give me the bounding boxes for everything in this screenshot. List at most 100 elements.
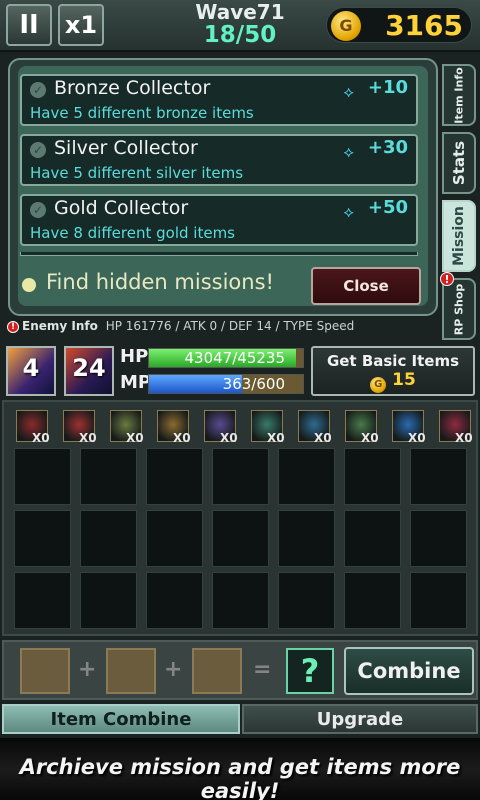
tab-rp-shop[interactable]: RP Shop [442,278,476,340]
inventory-cell[interactable] [146,572,203,629]
item-count: X0 [79,431,97,445]
combine-result-slot: ? [286,648,334,694]
hp-label: HP [120,346,149,367]
alert-icon: ! [7,321,19,333]
combine-button[interactable]: Combine [344,647,474,695]
item-count: X0 [220,431,238,445]
promo-banner: Archieve mission and get items more easi… [0,738,480,800]
tab-upgrade[interactable]: Upgrade [242,704,478,734]
mission-desc: Have 5 different silver items [30,164,244,182]
plus-icon: + [164,657,183,682]
item-count: X0 [455,431,473,445]
combine-area: + + = ? Combine [2,640,478,700]
mp-value: 363/600 [222,375,285,393]
hidden-missions-text: Find hidden missions! [46,270,274,294]
get-basic-items-label: Get Basic Items [326,352,460,370]
mission-desc: Have 8 different gold items [30,224,235,242]
mission-reward: +50 [367,197,408,218]
crystal-icon: ⟡ [343,142,354,161]
mission-reward: +30 [367,137,408,158]
inventory-cell[interactable] [80,572,137,629]
mission-item-gold[interactable]: ✓ Gold Collector Have 8 different gold i… [20,194,418,246]
inventory-cell[interactable] [410,510,467,567]
inventory-cell[interactable] [14,510,71,567]
mission-title: Bronze Collector [54,77,211,99]
inventory-cell[interactable] [146,448,203,505]
item-count: X0 [126,431,144,445]
equals-icon: = [253,657,272,682]
inventory-panel: X0 X0 X0 X0 X0 X0 X0 X0 X0 X0 [2,400,478,636]
hp-bar: 43047/45235 [148,348,304,368]
combine-slot-2[interactable] [106,648,156,694]
inventory-cell[interactable] [344,448,401,505]
mission-title: Silver Collector [54,137,198,159]
inventory-cell[interactable] [278,572,335,629]
inventory-cell[interactable] [212,572,269,629]
inventory-cell[interactable] [212,510,269,567]
mission-item-bronze[interactable]: ✓ Bronze Collector Have 5 different bron… [20,74,418,126]
inventory-cell[interactable] [80,510,137,567]
mp-label: MP [120,372,152,393]
inventory-cell[interactable] [344,510,401,567]
mp-bar: 363/600 [148,374,304,394]
tab-item-combine[interactable]: Item Combine [2,704,240,734]
item-count: X0 [408,431,426,445]
hero-level: 4 [22,354,40,382]
mission-item-silver[interactable]: ✓ Silver Collector Have 5 different silv… [20,134,418,186]
tab-label: Mission [451,206,467,266]
bullet-icon [22,278,36,292]
item-count: X0 [314,431,332,445]
wave-indicator: Wave71 18/50 [180,1,300,47]
speed-button[interactable]: x1 [58,4,104,46]
gold-coin-icon: G [331,11,361,41]
mission-desc: Have 5 different bronze items [30,104,254,122]
mission-reward: +10 [367,77,408,98]
item-count: X0 [267,431,285,445]
enemy-info-stats: HP 161776 / ATK 0 / DEF 14 / TYPE Speed [105,319,355,333]
tab-item-info[interactable]: Item Info [442,64,476,126]
item-count: X0 [361,431,379,445]
inventory-cell[interactable] [410,572,467,629]
hero-portrait-2[interactable]: 24 [64,346,114,396]
enemy-info: Enemy Info HP 161776 / ATK 0 / DEF 14 / … [22,319,354,333]
hp-value: 43047/45235 [184,349,286,367]
get-basic-items-cost: 15 [392,370,416,390]
item-count: X0 [173,431,191,445]
inventory-cell[interactable] [146,510,203,567]
item-count: X0 [32,431,50,445]
hero-level: 24 [72,354,106,382]
tab-label: Stats [450,140,469,186]
combine-slot-1[interactable] [20,648,70,694]
inventory-cell[interactable] [278,448,335,505]
gold-counter: G 3165 [326,7,472,43]
crystal-icon: ⟡ [343,202,354,221]
promo-banner-text: Archieve mission and get items more easi… [19,755,461,800]
tab-label: Item Info [452,66,466,124]
hp-bar-empty [296,349,303,367]
inventory-cell[interactable] [80,448,137,505]
inventory-cell[interactable] [278,510,335,567]
mission-title: Gold Collector [54,197,189,219]
pause-button[interactable]: II [6,4,52,46]
inventory-cell[interactable] [410,448,467,505]
close-button[interactable]: Close [311,267,421,305]
inventory-cell[interactable] [344,572,401,629]
combine-slot-3[interactable] [192,648,242,694]
tab-mission[interactable]: Mission [442,200,476,272]
tab-label: RP Shop [452,283,466,335]
gold-value: 3165 [385,9,463,42]
tab-stats[interactable]: Stats [442,132,476,194]
check-icon: ✓ [30,142,46,158]
mission-list-edge [20,252,418,256]
top-bar: II x1 Wave71 18/50 G 3165 [0,0,480,52]
inventory-cell[interactable] [14,448,71,505]
get-basic-items-button[interactable]: Get Basic Items G 15 [311,346,475,396]
hero-portrait-1[interactable]: 4 [6,346,56,396]
inventory-cell[interactable] [212,448,269,505]
check-icon: ✓ [30,202,46,218]
inventory-cell[interactable] [14,572,71,629]
get-basic-items-cost-row: G 15 [313,370,473,393]
plus-icon: + [78,657,97,682]
crystal-icon: ⟡ [343,82,354,101]
enemy-info-label: Enemy Info [22,319,98,333]
